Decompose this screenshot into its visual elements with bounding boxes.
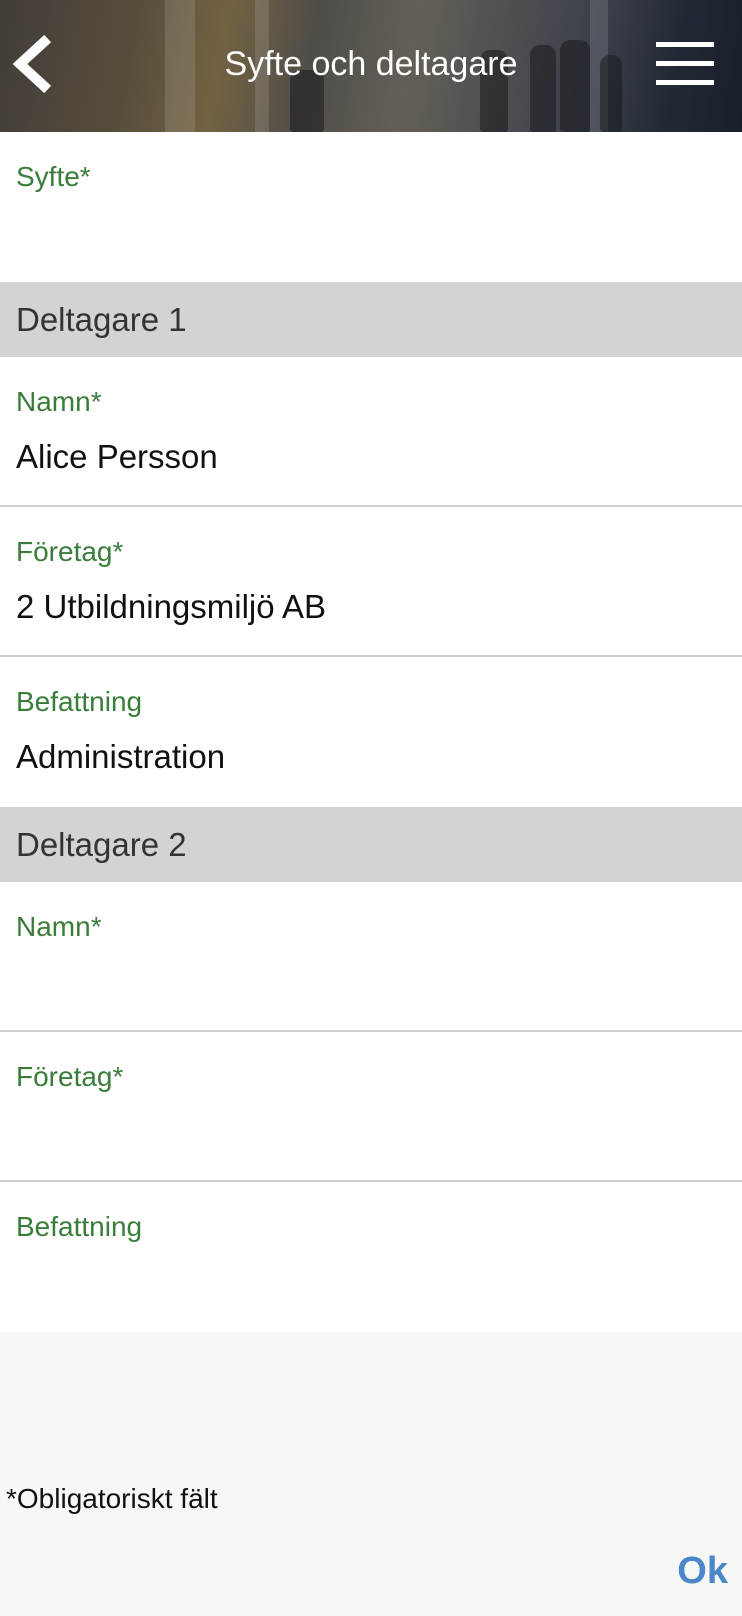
- company-label: Företag*: [16, 1061, 124, 1092]
- participant-2-position-field[interactable]: Befattning: [0, 1182, 742, 1332]
- name-value: Alice Persson: [16, 438, 218, 475]
- app-header: Syfte och deltagare: [0, 0, 742, 132]
- participant-1-company-field[interactable]: Företag* 2 Utbildningsmiljö AB: [0, 507, 742, 657]
- participant-2-name-field[interactable]: Namn*: [0, 882, 742, 1032]
- purpose-field[interactable]: Syfte*: [0, 132, 742, 282]
- position-label: Befattning: [16, 1211, 143, 1242]
- participant-1-position-field[interactable]: Befattning Administration: [0, 657, 742, 807]
- participant-1-header: Deltagare 1: [0, 282, 742, 357]
- participant-2-heading: Deltagare 2: [16, 826, 187, 863]
- name-label: Namn*: [16, 911, 102, 942]
- company-value: 2 Utbildningsmiljö AB: [16, 588, 326, 625]
- required-field-note: *Obligatoriskt fält: [6, 1483, 218, 1514]
- ok-button[interactable]: Ok: [677, 1548, 728, 1594]
- position-value: Administration: [16, 738, 226, 775]
- menu-button[interactable]: [654, 42, 716, 86]
- page-title: Syfte och deltagare: [224, 45, 518, 83]
- position-label: Befattning: [16, 686, 143, 717]
- form-content: Syfte* Deltagare 1 Namn* Alice Persson F…: [0, 132, 742, 1332]
- participant-1-name-field[interactable]: Namn* Alice Persson: [0, 357, 742, 507]
- hamburger-menu-icon: [656, 61, 714, 66]
- purpose-label: Syfte*: [16, 161, 91, 192]
- participant-2-company-field[interactable]: Företag*: [0, 1032, 742, 1182]
- participant-1-heading: Deltagare 1: [16, 301, 187, 338]
- hamburger-menu-icon: [656, 80, 714, 85]
- company-label: Företag*: [16, 536, 124, 567]
- participant-2-header: Deltagare 2: [0, 807, 742, 882]
- name-label: Namn*: [16, 386, 102, 417]
- hamburger-menu-icon: [656, 42, 714, 47]
